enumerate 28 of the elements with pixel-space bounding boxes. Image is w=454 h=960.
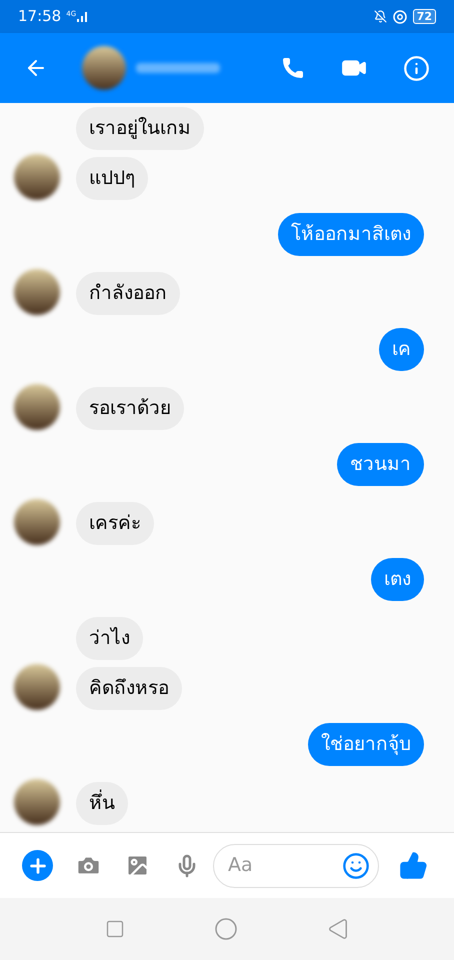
received-message: รอเราด้วย xyxy=(76,387,184,430)
clock-time: 17:58 xyxy=(18,6,62,28)
sent-message: โห้ออกมาสิเตง xyxy=(278,213,424,256)
add-button[interactable] xyxy=(22,850,53,881)
received-message: แปปๆ xyxy=(76,157,148,200)
phone-icon[interactable] xyxy=(281,56,305,80)
battery-level: 72 xyxy=(412,9,436,24)
received-message: เครค่ะ xyxy=(76,502,154,545)
message-input[interactable]: Aa xyxy=(213,844,379,888)
thumbs-up-icon[interactable] xyxy=(399,851,428,880)
sent-message: ชวนมา xyxy=(337,443,424,486)
sent-message: ใช่อยากจุ้บ xyxy=(308,723,424,766)
received-message: คิดถึงหรอ xyxy=(76,667,182,710)
muted-bell-icon xyxy=(374,10,387,23)
sent-message: เตง xyxy=(371,558,424,601)
received-message: ว่าไง xyxy=(76,617,143,660)
sent-message: เค xyxy=(379,328,424,371)
message-field[interactable]: Aa xyxy=(228,851,342,880)
received-message: หึ่น xyxy=(76,782,128,825)
info-icon[interactable] xyxy=(403,54,430,82)
back-triangle-icon[interactable] xyxy=(327,918,350,940)
emoji-icon[interactable] xyxy=(342,852,370,880)
home-icon[interactable] xyxy=(214,917,238,941)
contact-avatar xyxy=(82,46,126,90)
recents-icon[interactable] xyxy=(104,919,125,939)
signal-icon xyxy=(77,12,88,22)
received-message: กำลังออก xyxy=(76,272,180,315)
received-message: เราอยู่ในเกม xyxy=(76,107,204,150)
